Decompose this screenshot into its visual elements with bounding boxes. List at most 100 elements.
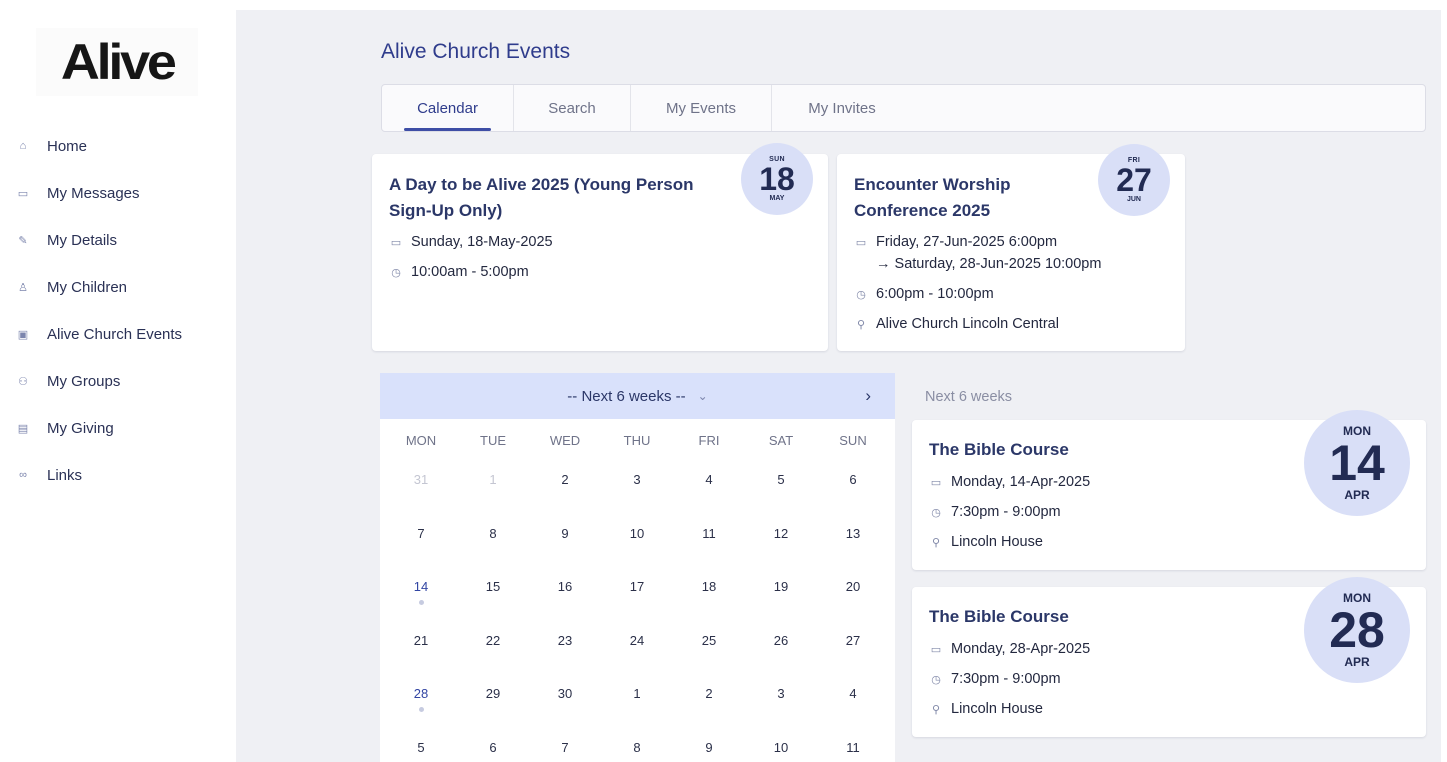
badge-day: 27 <box>1116 162 1152 198</box>
calendar-day[interactable]: 31 <box>385 472 457 512</box>
alive-logo[interactable]: Alive <box>36 28 198 96</box>
tab-calendar[interactable]: Calendar <box>382 85 514 131</box>
calendar-day[interactable]: 11 <box>817 740 889 762</box>
sidebar-item-my-groups[interactable]: ⚇ My Groups <box>8 366 236 396</box>
calendar-day-number: 26 <box>773 632 789 648</box>
calendar-day[interactable]: 4 <box>817 686 889 726</box>
calendar-day[interactable]: 1 <box>457 472 529 512</box>
calendar-day[interactable]: 9 <box>529 526 601 566</box>
calendar-day[interactable]: 20 <box>817 579 889 619</box>
sidebar-item-my-messages[interactable]: ▭ My Messages <box>8 178 236 208</box>
date-badge: FRI 27 JUN <box>1098 144 1170 216</box>
sidebar-item-my-details[interactable]: ✎ My Details <box>8 225 236 255</box>
event-title-line: A Day to be Alive 2025 (Young Person <box>389 175 694 194</box>
calendar-day-number: 25 <box>701 632 717 648</box>
event-date-text: Monday, 28-Apr-2025 <box>951 641 1091 657</box>
message-icon: ▭ <box>17 187 29 200</box>
calendar-icon: ▭ <box>930 643 942 656</box>
calendar-day-number: 4 <box>705 472 713 487</box>
sidebar-item-my-giving[interactable]: ▤ My Giving <box>8 413 236 443</box>
calendar-day[interactable]: 25 <box>673 633 745 673</box>
date-badge: MON 28 APR <box>1304 577 1410 683</box>
sidebar-item-alive-church-events[interactable]: ▣ Alive Church Events <box>8 319 236 349</box>
event-indicator-dot <box>418 600 424 605</box>
calendar-day[interactable]: 10 <box>745 740 817 762</box>
calendar-day[interactable]: 23 <box>529 633 601 673</box>
calendar-icon: ▭ <box>930 476 942 489</box>
calendar-day[interactable]: 21 <box>385 633 457 673</box>
tab-search[interactable]: Search <box>514 85 631 131</box>
calendar-day[interactable]: 15 <box>457 579 529 619</box>
sidebar-item-home[interactable]: ⌂ Home <box>8 131 236 161</box>
clock-icon: ◷ <box>856 289 866 301</box>
event-time: ◷ 7:30pm - 9:00pm <box>929 671 1060 687</box>
calendar-day[interactable]: 22 <box>457 633 529 673</box>
weekday-label: MON <box>405 433 437 448</box>
calendar-day[interactable]: 4 <box>673 472 745 512</box>
calendar-day[interactable]: 3 <box>745 686 817 726</box>
sidebar-item-links[interactable]: ∞ Links <box>8 460 236 490</box>
sidebar-item-my-children[interactable]: ♙ My Children <box>8 272 236 302</box>
tab-my-events[interactable]: My Events <box>631 85 772 131</box>
range-select[interactable]: -- Next 6 weeks -- <box>567 388 685 405</box>
tab-my-invites[interactable]: My Invites <box>772 85 912 131</box>
calendar-day[interactable]: 6 <box>457 740 529 762</box>
calendar-day[interactable]: 27 <box>817 633 889 673</box>
calendar-day[interactable]: 24 <box>601 633 673 673</box>
event-tabs: Calendar Search My Events My Invites <box>381 84 1426 132</box>
calendar-day-number: 10 <box>629 525 645 541</box>
sidebar-item-label: My Groups <box>47 372 121 390</box>
calendar-clock-icon: ▣ <box>17 328 29 341</box>
calendar-day[interactable]: 5 <box>385 740 457 762</box>
clock-icon: ◷ <box>931 506 941 519</box>
calendar-day[interactable]: 18 <box>673 579 745 619</box>
logo-wordmark: Alive <box>60 34 177 90</box>
event-date: ▭ Monday, 14-Apr-2025 <box>929 474 1090 490</box>
sidebar-item-label: My Messages <box>47 184 140 202</box>
calendar-day-number: 5 <box>777 472 785 487</box>
calendar-day[interactable]: 11 <box>673 526 745 566</box>
event-location: ⚲ Alive Church Lincoln Central <box>854 316 1059 332</box>
calendar-day[interactable]: 30 <box>529 686 601 726</box>
calendar-day[interactable]: 26 <box>745 633 817 673</box>
calendar-day-number: 16 <box>557 579 573 594</box>
chevron-down-icon[interactable]: ⌄ <box>698 389 708 403</box>
calendar-day-number: 8 <box>633 739 641 755</box>
home-icon: ⌂ <box>19 140 27 152</box>
calendar-day[interactable]: 3 <box>601 472 673 512</box>
calendar-day[interactable]: 16 <box>529 579 601 619</box>
badge-day: 28 <box>1329 602 1385 658</box>
calendar-day[interactable]: 9 <box>673 740 745 762</box>
calendar-day[interactable]: 14 <box>385 579 457 619</box>
calendar-day[interactable]: 8 <box>601 740 673 762</box>
event-title: A Day to be Alive 2025 (Young Person Sig… <box>389 172 694 224</box>
calendar-icon: ▭ <box>390 237 402 249</box>
calendar-day[interactable]: 28 <box>385 686 457 726</box>
event-location-text: Lincoln House <box>951 534 1043 550</box>
calendar-day[interactable]: 6 <box>817 472 889 512</box>
calendar-day[interactable]: 5 <box>745 472 817 512</box>
calendar-day[interactable]: 13 <box>817 526 889 566</box>
calendar-day-number: 29 <box>485 686 501 701</box>
calendar-day[interactable]: 8 <box>457 526 529 566</box>
calendar-day[interactable]: 7 <box>385 526 457 566</box>
badge-day: 14 <box>1329 435 1385 491</box>
event-indicator-dot <box>418 707 424 712</box>
calendar-day[interactable]: 2 <box>673 686 745 726</box>
calendar-day[interactable]: 12 <box>745 526 817 566</box>
weekday-label: FRI <box>698 433 720 448</box>
calendar-day[interactable]: 1 <box>601 686 673 726</box>
calendar-day[interactable]: 19 <box>745 579 817 619</box>
calendar-day[interactable]: 29 <box>457 686 529 726</box>
calendar-day[interactable]: 17 <box>601 579 673 619</box>
calendar-day-number: 31 <box>413 472 429 487</box>
calendar-day[interactable]: 7 <box>529 740 601 762</box>
next-period-button[interactable]: › <box>865 386 871 406</box>
calendar-day[interactable]: 2 <box>529 472 601 512</box>
calendar-day-number: 19 <box>773 579 789 594</box>
event-location-text: Lincoln House <box>951 701 1043 717</box>
calendar-day-number: 28 <box>413 686 429 701</box>
event-time-text: 10:00am - 5:00pm <box>411 264 529 280</box>
calendar-day-number: 6 <box>849 472 857 487</box>
calendar-day[interactable]: 10 <box>601 526 673 566</box>
